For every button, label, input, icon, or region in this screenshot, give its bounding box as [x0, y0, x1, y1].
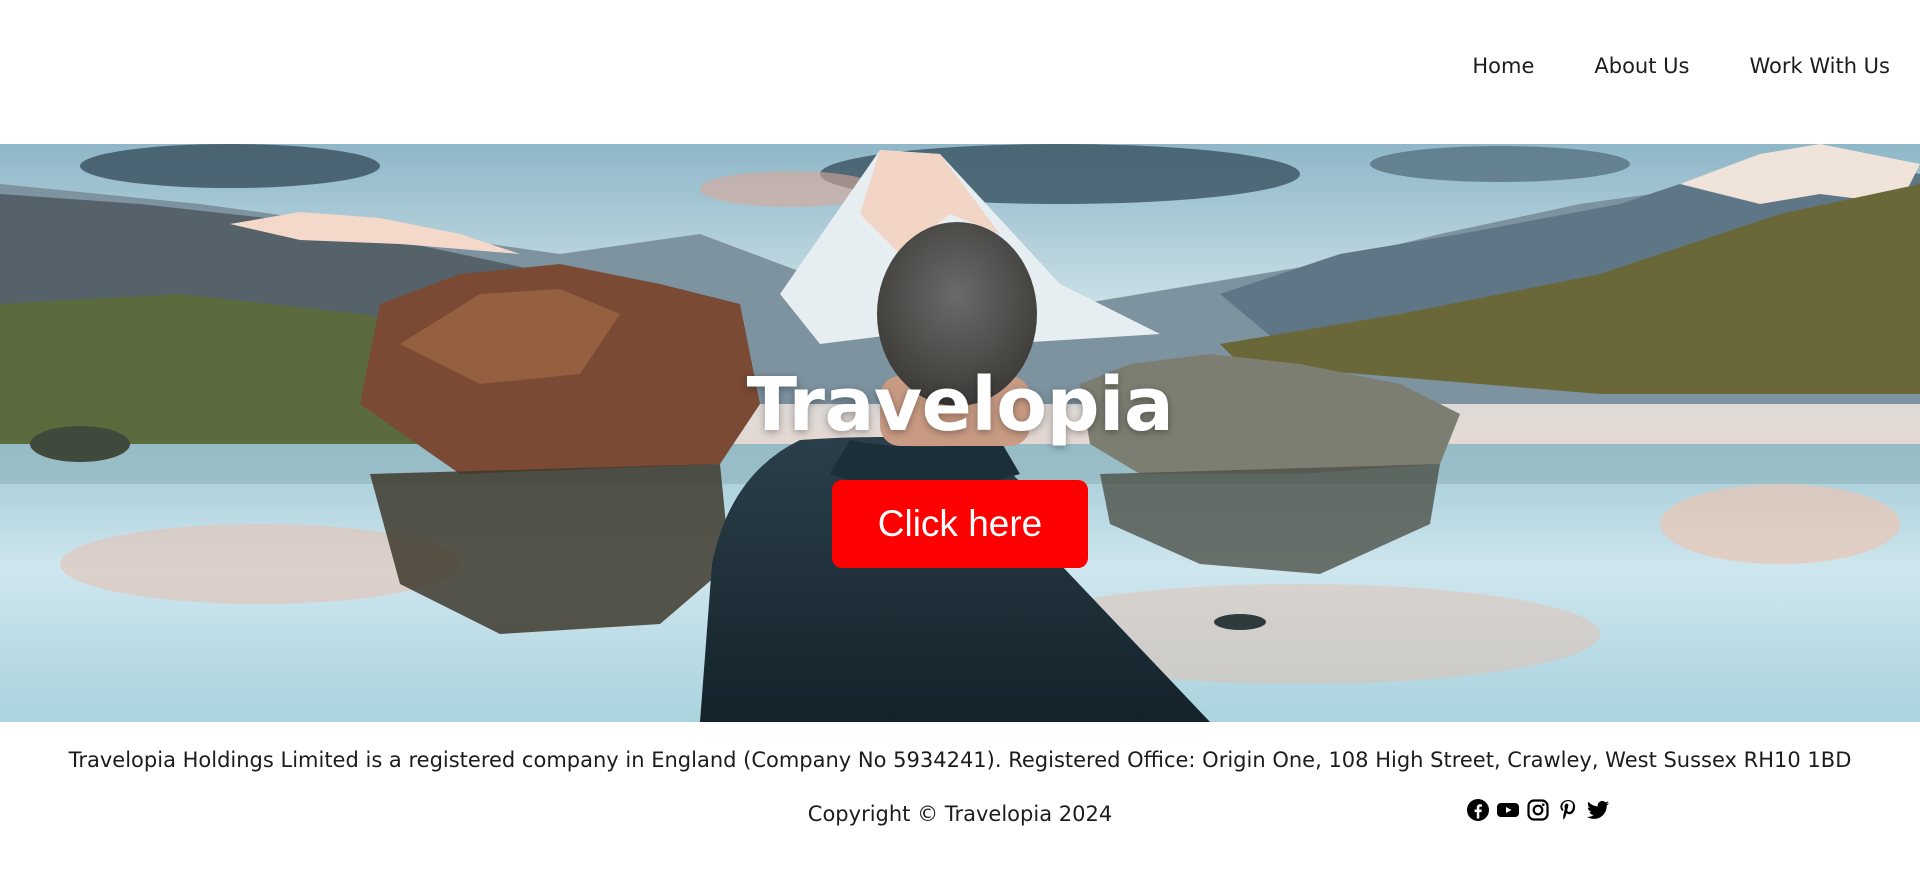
nav-about-us-link[interactable]: About Us: [1594, 54, 1689, 78]
click-here-button[interactable]: Click here: [832, 480, 1088, 568]
instagram-icon[interactable]: [1526, 798, 1550, 822]
facebook-icon[interactable]: [1466, 798, 1490, 822]
youtube-icon[interactable]: [1496, 798, 1520, 822]
hero-banner: Travelopia Click here: [0, 144, 1920, 722]
footer-legal-text: Travelopia Holdings Limited is a registe…: [68, 748, 1852, 772]
nav-work-with-us-link[interactable]: Work With Us: [1749, 54, 1890, 78]
pinterest-icon[interactable]: [1556, 798, 1580, 822]
hero-title: Travelopia: [746, 362, 1174, 448]
site-header: Home About Us Work With Us: [0, 0, 1920, 144]
twitter-icon[interactable]: [1586, 798, 1610, 822]
footer-copyright: Copyright © Travelopia 2024: [807, 802, 1113, 826]
social-links: [1466, 798, 1610, 822]
main-nav: Home About Us Work With Us: [1472, 54, 1890, 78]
nav-home-link[interactable]: Home: [1472, 54, 1534, 78]
